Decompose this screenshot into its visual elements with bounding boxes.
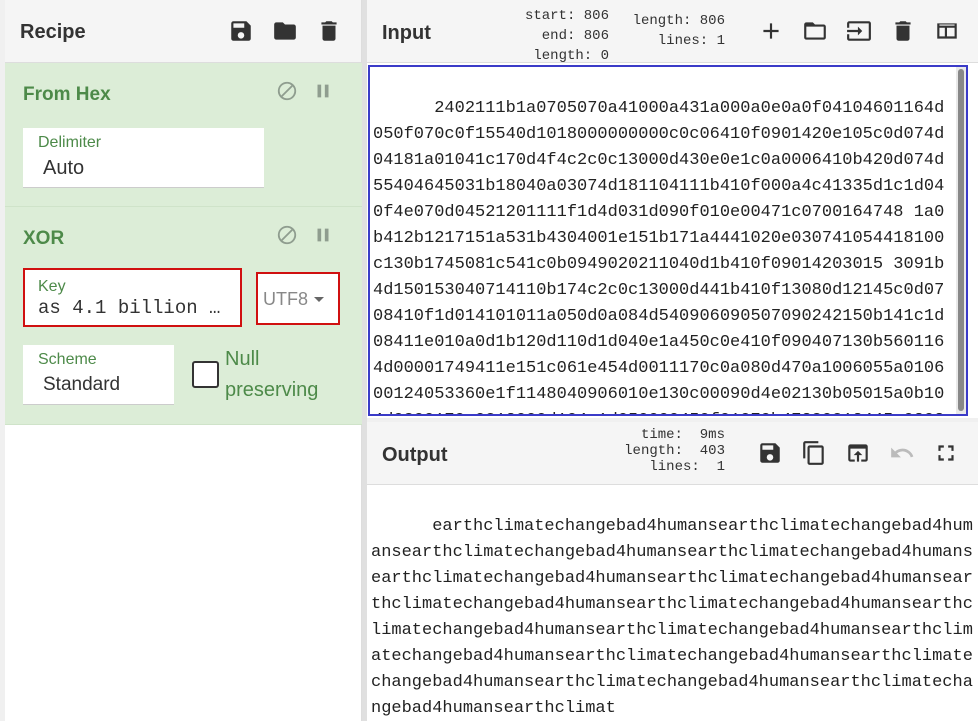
- start-value: 806: [583, 8, 609, 24]
- time-label: time:: [640, 427, 683, 443]
- load-recipe-button[interactable]: [263, 9, 307, 53]
- key-input[interactable]: Key as 4.1 billion …: [23, 268, 242, 327]
- save-icon: [231, 21, 251, 41]
- output-textarea[interactable]: earthclimatechangebad4humansearthclimate…: [371, 488, 975, 718]
- input-text: 2402111b1a0705070a41000a431a000a0e0a0f04…: [373, 99, 945, 414]
- end-value: 806: [583, 28, 609, 44]
- copy-icon: [803, 441, 824, 465]
- undo-button[interactable]: [880, 431, 924, 475]
- folder-outline-icon: [804, 22, 826, 40]
- input-length-info: length: 806 lines: 1: [629, 11, 725, 51]
- folder-icon: [274, 22, 296, 40]
- pause-icon: [317, 84, 329, 98]
- time-value: 9ms: [699, 427, 725, 443]
- input-icon: [847, 21, 871, 41]
- null-preserving-label: Null preserving: [225, 348, 319, 401]
- length-value: 806: [699, 13, 725, 29]
- recipe-panel: Recipe From Hex Delimiter Auto XOR Key a…: [5, 0, 362, 721]
- cyberchef-app: Recipe From Hex Delimiter Auto XOR Key a…: [0, 0, 978, 721]
- fullscreen-icon: [938, 445, 954, 461]
- disable-op-button[interactable]: [272, 76, 302, 106]
- disable-icon: [277, 81, 297, 101]
- chevron-down-icon: [314, 297, 324, 302]
- output-info: time: 9ms length: 403 lines: 1: [605, 427, 725, 475]
- delimiter-field[interactable]: Delimiter Auto: [23, 128, 264, 188]
- layout-icon: [937, 23, 957, 39]
- clear-recipe-button[interactable]: [307, 9, 351, 53]
- scrollbar-thumb[interactable]: [958, 69, 964, 411]
- out-length-label: length:: [624, 443, 683, 459]
- replace-input-button[interactable]: [836, 431, 880, 475]
- lines-value: 1: [716, 33, 725, 49]
- out-lines-label: lines:: [649, 459, 700, 475]
- op-title: From Hex: [23, 84, 111, 105]
- undo-icon: [891, 447, 914, 458]
- input-panel: Input start: 806 end: 806 length: 0 leng…: [367, 0, 978, 418]
- disable-op-button[interactable]: [272, 220, 302, 250]
- start-label: start:: [524, 8, 576, 24]
- op-title: XOR: [23, 228, 65, 249]
- save-recipe-button[interactable]: [219, 9, 263, 53]
- input-title: Input: [382, 22, 431, 44]
- length-label: length:: [632, 13, 692, 29]
- key-value: as 4.1 billion …: [38, 297, 221, 319]
- scheme-select[interactable]: Scheme Standard: [23, 345, 174, 405]
- add-tab-button[interactable]: [749, 9, 793, 53]
- input-textarea[interactable]: 2402111b1a0705070a41000a431a000a0e0a0f04…: [368, 65, 968, 416]
- scheme-value: Standard: [43, 374, 121, 395]
- sel-length-label: length:: [533, 48, 593, 64]
- recipe-title: Recipe: [20, 21, 86, 43]
- trash-icon: [321, 21, 337, 41]
- disable-icon: [277, 225, 297, 245]
- output-panel: Output time: 9ms length: 403 lines: 1 ea…: [367, 422, 978, 721]
- pause-op-button[interactable]: [308, 220, 338, 250]
- input-scrollbar[interactable]: [956, 67, 966, 414]
- delimiter-label: Delimiter: [38, 134, 102, 151]
- save-output-button[interactable]: [748, 431, 792, 475]
- output-title: Output: [382, 444, 448, 466]
- pause-op-button[interactable]: [308, 76, 338, 106]
- open-folder-button[interactable]: [793, 9, 837, 53]
- trash-icon: [895, 21, 911, 41]
- out-length-value: 403: [699, 443, 725, 459]
- lines-label: lines:: [657, 33, 709, 49]
- copy-output-button[interactable]: [792, 431, 836, 475]
- key-encoding-value: UTF8: [263, 289, 308, 309]
- save-icon: [760, 443, 780, 463]
- maximise-output-button[interactable]: [924, 431, 968, 475]
- key-label: Key: [38, 278, 66, 295]
- end-label: end:: [541, 28, 576, 44]
- plus-icon: [763, 23, 779, 39]
- recipe-header: Recipe: [5, 0, 361, 63]
- scheme-label: Scheme: [38, 351, 97, 368]
- input-header: Input start: 806 end: 806 length: 0 leng…: [367, 0, 978, 66]
- delimiter-value: Auto: [43, 157, 85, 179]
- open-file-button[interactable]: [837, 9, 881, 53]
- out-lines-value: 1: [716, 459, 725, 475]
- sel-length-value: 0: [600, 48, 609, 64]
- output-text: earthclimatechangebad4humansearthclimate…: [371, 517, 973, 718]
- clear-input-button[interactable]: [881, 9, 925, 53]
- key-encoding-dropdown[interactable]: UTF8: [256, 272, 340, 325]
- open-in-icon: [848, 444, 868, 462]
- op-xor: XOR Key as 4.1 billion … UTF8 Scheme Sta…: [5, 207, 362, 425]
- op-from-hex: From Hex Delimiter Auto: [5, 63, 362, 207]
- reset-layout-button[interactable]: [925, 9, 969, 53]
- input-selection-info: start: 806 end: 806 length: 0: [513, 6, 609, 66]
- output-header: Output time: 9ms length: 403 lines: 1: [367, 422, 978, 485]
- null-preserving-checkbox[interactable]: [192, 361, 219, 388]
- pause-icon: [317, 228, 329, 242]
